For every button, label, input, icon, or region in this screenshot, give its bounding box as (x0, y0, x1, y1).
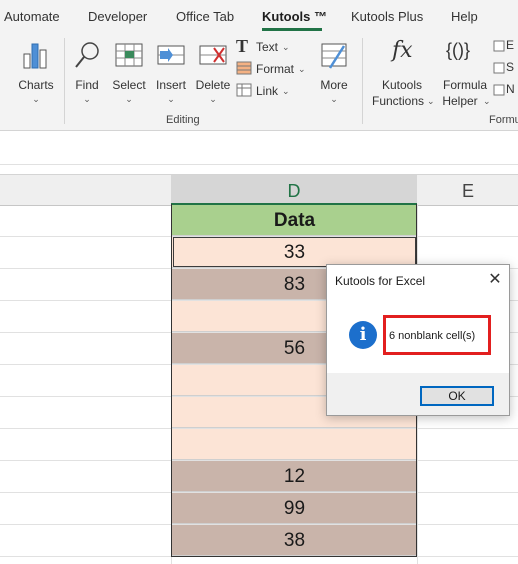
search-icon (75, 42, 99, 68)
formula-small-label-e: E (506, 38, 515, 52)
chevron-down-icon: ⌄ (330, 94, 338, 104)
charts-label: Charts (18, 78, 54, 92)
link-button[interactable]: Link ⌄ (236, 82, 310, 100)
text-label: Text (256, 40, 279, 54)
chevron-down-icon: ⌄ (282, 86, 290, 96)
select-range-icon (115, 43, 143, 67)
chevron-down-icon: ⌄ (282, 42, 290, 52)
column-header-e[interactable]: E (418, 175, 518, 205)
formula-helper-button[interactable]: {()} Formula Helper ⌄ (438, 38, 492, 108)
chevron-down-icon: ⌄ (32, 94, 40, 104)
find-label: Find (75, 78, 99, 92)
ok-button[interactable]: OK (420, 386, 494, 406)
formula-small-label-n: N (506, 82, 515, 96)
formula-small-button-s[interactable]: S (493, 60, 518, 78)
charts-icon (23, 43, 47, 69)
select-button[interactable]: Select ⌄ (110, 38, 148, 106)
active-cell-outline (173, 237, 416, 267)
formula-small-button-n[interactable]: N (493, 82, 518, 100)
close-icon[interactable]: ✕ (483, 269, 507, 291)
chevron-down-icon: ⌄ (298, 64, 306, 74)
chevron-down-icon: ⌄ (209, 94, 217, 104)
format-icon (236, 61, 252, 75)
link-icon (236, 83, 252, 97)
formula-small-label-s: S (506, 60, 515, 74)
format-label: Format (256, 62, 295, 76)
find-button[interactable]: Find ⌄ (70, 38, 104, 106)
formula-small-icon (493, 62, 505, 74)
kutools-dialog: Kutools for Excel ✕ i 6 nonblank cell(s)… (326, 264, 510, 416)
link-label: Link (256, 84, 279, 98)
delete-icon (199, 45, 227, 65)
active-tab-underline (262, 28, 322, 31)
chevron-down-icon: ⌄ (167, 94, 175, 104)
formula-helper-label-1: Formula (442, 78, 487, 92)
charts-button[interactable]: Charts ⌄ (14, 38, 58, 106)
ribbon-tab-bar: Automate Developer Office Tab Kutools ™ … (0, 0, 518, 34)
formula-braces-icon: {()} (446, 40, 471, 60)
select-label: Select (112, 78, 146, 92)
tab-kutools-plus[interactable]: Kutools Plus (351, 9, 423, 24)
format-button[interactable]: Format ⌄ (236, 60, 310, 78)
tab-developer[interactable]: Developer (88, 9, 147, 24)
group-divider (64, 38, 65, 124)
editing-group-label: Editing (166, 114, 200, 126)
chevron-down-icon: ⌄ (83, 94, 91, 104)
tab-automate[interactable]: Automate (4, 9, 60, 24)
formula-helper-label-2: Helper (442, 94, 478, 108)
tab-kutools[interactable]: Kutools ™ (262, 9, 327, 24)
delete-label: Delete (195, 78, 231, 92)
formula-small-button-e[interactable]: E (493, 38, 518, 56)
text-button[interactable]: T Text ⌄ (236, 36, 310, 56)
chevron-down-icon: ⌄ (427, 96, 435, 106)
kutools-functions-label-2: Functions (371, 94, 425, 108)
more-label: More (320, 78, 348, 92)
text-icon: T (236, 36, 249, 56)
function-icon: fx (392, 38, 413, 63)
tab-help[interactable]: Help (451, 9, 478, 24)
chevron-down-icon: ⌄ (125, 94, 133, 104)
more-button[interactable]: More ⌄ (314, 38, 354, 106)
dialog-message: 6 nonblank cell(s) (389, 330, 476, 342)
ribbon: Charts ⌄ Find ⌄ Select ⌄ Insert ⌄ Delete… (0, 34, 518, 131)
column-header-d[interactable]: D (171, 175, 417, 205)
insert-button[interactable]: Insert ⌄ (152, 38, 190, 106)
formula-small-icon (493, 84, 505, 96)
formula-group-label: Formu (489, 114, 518, 126)
formula-small-icon (493, 40, 505, 52)
info-icon: i (349, 321, 377, 349)
insert-label: Insert (155, 78, 186, 92)
delete-button[interactable]: Delete ⌄ (194, 38, 232, 106)
group-divider (362, 38, 363, 124)
dialog-title: Kutools for Excel (335, 274, 426, 288)
insert-icon (157, 45, 185, 65)
chevron-down-icon: ⌄ (483, 96, 491, 106)
column-header-row: D E (0, 174, 518, 206)
formula-bar[interactable] (0, 131, 518, 165)
more-icon (321, 43, 347, 69)
kutools-functions-label-1: Kutools (381, 78, 423, 92)
kutools-functions-button[interactable]: fx Kutools Functions ⌄ (368, 38, 436, 108)
tab-office-tab[interactable]: Office Tab (176, 9, 234, 24)
